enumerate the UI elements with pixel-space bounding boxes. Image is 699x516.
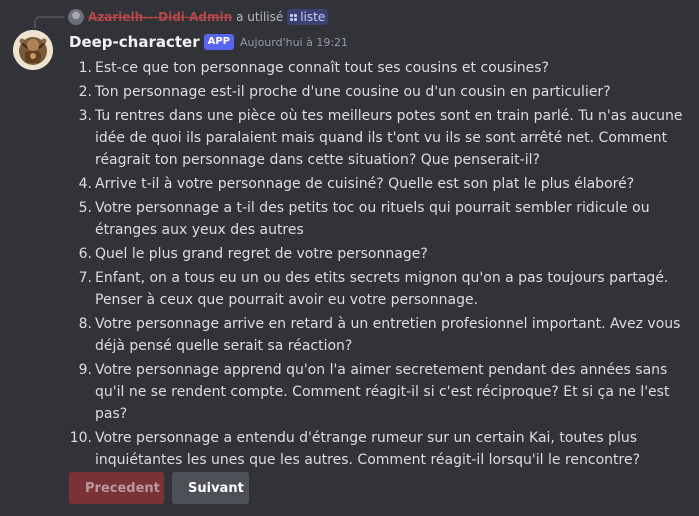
question-item: 6. Quel le plus grand regret de votre pe…: [69, 243, 685, 265]
question-text: Votre personnage arrive en retard à un e…: [95, 316, 681, 354]
question-item: 4. Arrive t-il à votre personnage de cui…: [69, 173, 685, 195]
author-name[interactable]: Deep-character: [69, 33, 200, 51]
question-number: 6.: [78, 246, 92, 262]
question-item: 7. Enfant, on a tous eu un ou des etits …: [69, 267, 685, 311]
app-badge: APP: [203, 34, 235, 50]
question-text: Arrive t-il à votre personnage de cuisin…: [95, 176, 635, 192]
message-timestamp[interactable]: Aujourd'hui à 19:21: [240, 36, 348, 49]
question-item: 2. Ton personnage est-il proche d'une co…: [69, 81, 685, 103]
previous-button[interactable]: Precedent: [69, 472, 164, 504]
message-header: Deep-character APP Aujourd'hui à 19:21: [69, 32, 348, 52]
question-text: Votre personnage a entendu d'étrange rum…: [95, 430, 641, 468]
question-item: 9. Votre personnage apprend qu'on l'a ai…: [69, 359, 685, 425]
question-number: 1.: [78, 60, 92, 76]
question-text: Enfant, on a tous eu un ou des etits sec…: [95, 270, 669, 308]
question-number: 4.: [78, 176, 92, 192]
message: Azarielh---Didi Admin a utilisé liste De…: [0, 0, 699, 516]
slash-command-icon: [290, 13, 298, 21]
question-number: 5.: [78, 200, 92, 216]
question-item: 8. Votre personnage arrive en retard à u…: [69, 313, 685, 357]
question-item: 3. Tu rentres dans une pièce où tes meil…: [69, 105, 685, 171]
question-list: 1. Est-ce que ton personnage connaît tou…: [69, 57, 685, 473]
question-text: Votre personnage a t-il des petits toc o…: [95, 200, 650, 238]
question-item: 10. Votre personnage a entendu d'étrange…: [69, 427, 685, 471]
question-text: Ton personnage est-il proche d'une cousi…: [95, 84, 611, 100]
question-number: 2.: [78, 84, 92, 100]
next-button[interactable]: Suivant: [172, 472, 249, 504]
command-name: liste: [300, 10, 326, 24]
command-chip[interactable]: liste: [287, 9, 329, 25]
reply-used-text: a utilisé: [236, 10, 284, 24]
bot-avatar[interactable]: [13, 30, 53, 70]
question-text: Quel le plus grand regret de votre perso…: [95, 246, 428, 262]
command-reply-context: Azarielh---Didi Admin a utilisé liste: [68, 8, 329, 26]
pagination-buttons: Precedent Suivant: [69, 472, 249, 504]
question-number: 7.: [78, 270, 92, 286]
question-number: 8.: [78, 316, 92, 332]
reply-spine: [34, 16, 64, 28]
question-number: 9.: [78, 362, 92, 378]
question-number: 10.: [69, 430, 92, 446]
bot-avatar-image: [13, 30, 53, 70]
question-text: Votre personnage apprend qu'on l'a aimer…: [95, 362, 670, 422]
reply-avatar[interactable]: [68, 9, 84, 25]
question-item: 1. Est-ce que ton personnage connaît tou…: [69, 57, 685, 79]
question-number: 3.: [78, 108, 92, 124]
question-text: Tu rentres dans une pièce où tes meilleu…: [95, 108, 683, 168]
reply-username[interactable]: Azarielh---Didi Admin: [88, 10, 232, 24]
question-text: Est-ce que ton personnage connaît tout s…: [95, 60, 549, 76]
question-item: 5. Votre personnage a t-il des petits to…: [69, 197, 685, 241]
